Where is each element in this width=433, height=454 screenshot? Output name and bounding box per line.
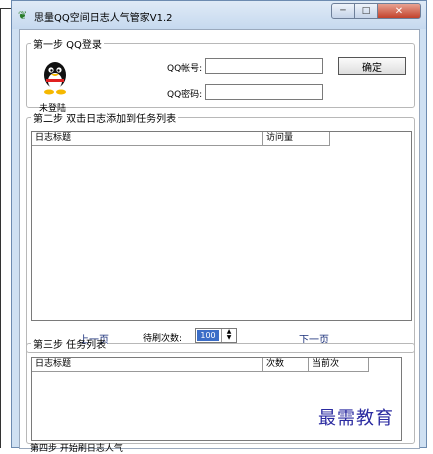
watermark: 最需教育 (318, 408, 394, 429)
app-window: ❦ 思量QQ空间日志人气管家V1.2 ─ □ ✕ 第一步 QQ登录 未登陆 QQ… (11, 0, 427, 454)
confirm-button[interactable]: 确定 (338, 57, 406, 75)
log-list[interactable]: 日志标题 访问量 (31, 131, 412, 321)
col-log-title[interactable]: 日志标题 (32, 132, 263, 146)
add-logs-group: 第二步 双击日志添加到任务列表 日志标题 访问量 上一页 待刷次数: 100 ▲… (26, 110, 415, 353)
col-count[interactable]: 次数 (263, 358, 309, 372)
qq-penguin-icon (44, 62, 66, 95)
account-label: QQ帐号: (167, 64, 203, 74)
login-legend: 第一步 QQ登录 (33, 40, 102, 51)
maximize-button[interactable]: □ (354, 3, 378, 19)
password-label: QQ密码: (167, 90, 203, 100)
col-task-title[interactable]: 日志标题 (32, 358, 263, 372)
app-icon: ❦ (18, 9, 28, 22)
window-title: 思量QQ空间日志人气管家V1.2 (34, 13, 173, 24)
col-current[interactable]: 当前次 (309, 358, 369, 372)
login-group: 第一步 QQ登录 未登陆 QQ帐号: QQ密码: 确定 (26, 36, 415, 114)
close-button[interactable]: ✕ (377, 3, 421, 19)
title-bar[interactable]: ❦ 思量QQ空间日志人气管家V1.2 ─ □ ✕ (12, 1, 426, 29)
maximize-icon: □ (361, 6, 371, 16)
minimize-icon: ─ (340, 6, 346, 16)
qq-account-input[interactable] (205, 58, 323, 74)
client-area: 第一步 QQ登录 未登陆 QQ帐号: QQ密码: 确定 第二步 双击日志添加到任… (19, 29, 420, 449)
task-list-legend: 第三步 任务列表 (33, 340, 107, 351)
col-visits[interactable]: 访问量 (263, 132, 330, 146)
add-logs-legend: 第二步 双击日志添加到任务列表 (33, 114, 177, 125)
close-icon: ✕ (394, 5, 404, 17)
qq-password-input[interactable] (205, 84, 323, 100)
minimize-button[interactable]: ─ (331, 3, 355, 19)
